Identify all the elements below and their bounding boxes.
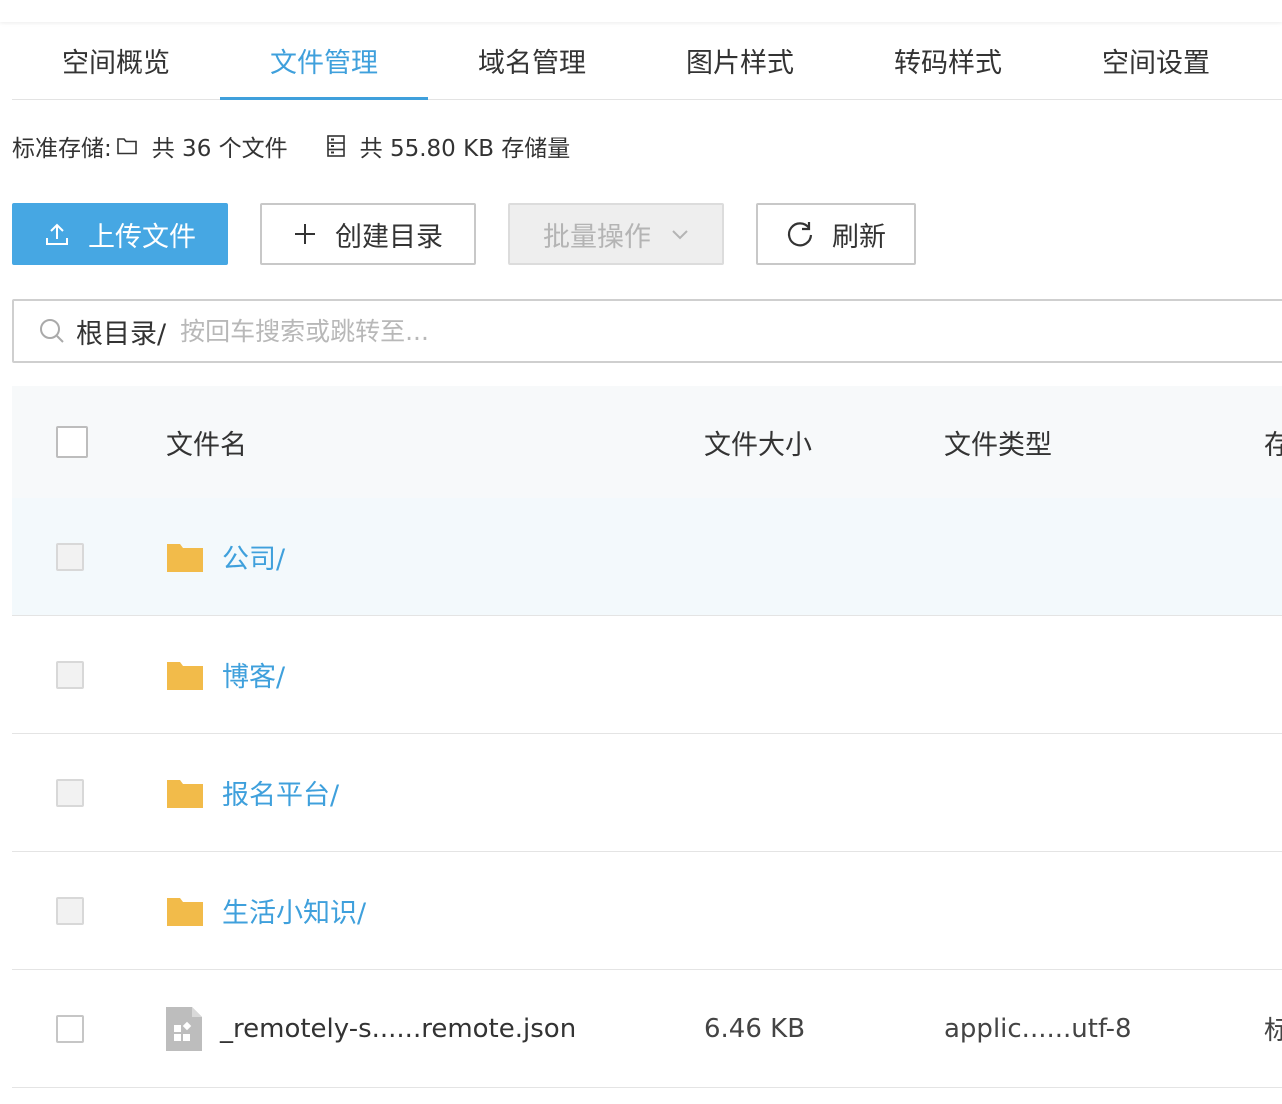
row-checkbox[interactable] [56,542,84,571]
tab-overview[interactable]: 空间概览 [12,22,220,98]
tab-bar: 空间概览 文件管理 域名管理 图片样式 转码样式 空间设置 [12,22,1282,100]
table-row[interactable]: 报名平台/ [12,734,1282,852]
table-row[interactable]: 公司/ [12,498,1282,616]
plus-icon [293,222,317,246]
tab-file-management[interactable]: 文件管理 [220,22,428,100]
tab-transcode-styles[interactable]: 转码样式 [844,22,1052,98]
column-header-storage: 存 [1264,429,1282,461]
folder-icon [166,541,204,573]
chevron-down-icon [671,228,689,240]
row-checkbox[interactable] [56,778,84,807]
batch-operations-button[interactable]: 批量操作 [508,203,724,265]
upload-file-button[interactable]: 上传文件 [12,203,228,265]
folder-name-link[interactable]: 报名平台/ [222,773,339,812]
folder-icon [166,895,204,927]
column-header-name: 文件名 [166,429,247,461]
file-count-text: 共 36 个文件 [151,136,288,162]
top-bar [0,0,1282,22]
table-header: 文件名 文件大小 文件类型 存 [12,386,1282,498]
folder-name-link[interactable]: 生活小知识/ [222,891,366,930]
row-checkbox[interactable] [56,896,84,925]
current-path[interactable]: 根目录/ [76,312,166,351]
storage-class-label: 标准存储: [12,136,112,162]
table-row[interactable]: 博客/ [12,616,1282,734]
table-row[interactable]: 生活小知识/ [12,852,1282,970]
folder-name-link[interactable]: 公司/ [222,537,285,576]
refresh-icon [786,220,814,248]
select-all-checkbox[interactable] [56,426,88,458]
tab-space-settings[interactable]: 空间设置 [1052,22,1260,98]
file-name-link[interactable]: _remotely-s......remote.json [220,1014,576,1044]
refresh-label: 刷新 [832,221,886,253]
file-table: 文件名 文件大小 文件类型 存 公司/ 博客/ 报名平台/ 生活小知识/ _re… [12,386,1282,1088]
storage-icon [326,134,346,158]
refresh-button[interactable]: 刷新 [756,203,916,265]
create-directory-button[interactable]: 创建目录 [260,203,476,265]
folder-icon [166,659,204,691]
file-storage-class: 标 [1264,1016,1282,1046]
upload-file-label: 上传文件 [88,221,196,253]
file-type: applic......utf-8 [944,1013,1132,1044]
create-directory-label: 创建目录 [335,221,443,253]
file-icon [166,1006,202,1051]
folder-icon [166,777,204,809]
storage-amount-text: 共 55.80 KB 存储量 [359,136,571,162]
tab-image-styles[interactable]: 图片样式 [636,22,844,98]
row-checkbox[interactable] [56,1014,84,1043]
upload-icon [44,221,70,247]
table-row[interactable]: _remotely-s......remote.json 6.46 KB app… [12,970,1282,1088]
folder-outline-icon [116,136,138,156]
column-header-size: 文件大小 [704,429,812,461]
search-input[interactable] [180,316,781,346]
tab-domain-management[interactable]: 域名管理 [428,22,636,98]
storage-stats: 标准存储: 共 36 个文件 共 55.80 KB 存储量 [12,126,570,166]
batch-operations-label: 批量操作 [543,221,651,253]
row-checkbox[interactable] [56,660,84,689]
search-icon [38,317,66,345]
column-header-type: 文件类型 [944,429,1052,461]
file-size: 6.46 KB [704,1013,806,1044]
path-search-bar: 根目录/ [12,299,1282,363]
folder-name-link[interactable]: 博客/ [222,655,285,694]
